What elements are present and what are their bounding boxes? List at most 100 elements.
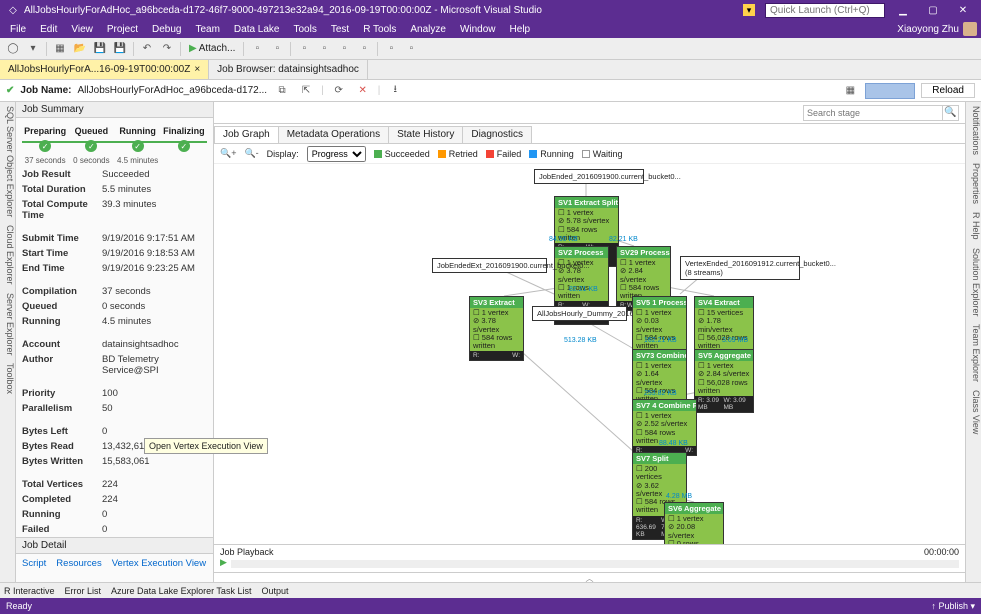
menu-project[interactable]: Project xyxy=(101,22,144,37)
close-button[interactable]: ✕ xyxy=(951,5,975,16)
search-stage-input[interactable] xyxy=(803,105,943,121)
user-name[interactable]: Xiaoyong Zhu xyxy=(897,24,959,35)
new-project-icon[interactable]: ▦ xyxy=(51,40,69,58)
reload-button[interactable]: Reload xyxy=(921,83,975,98)
tool-icon[interactable]: ▫ xyxy=(335,40,353,58)
window-title: AllJobsHourlyForAdHoc_a96bceda-d172-46f7… xyxy=(24,5,743,16)
summary-row: Running0 xyxy=(16,507,213,522)
open-icon[interactable]: 📂 xyxy=(71,40,89,58)
summary-row: Start Time9/19/2016 9:18:53 AM xyxy=(16,246,213,261)
display-select[interactable]: Progress xyxy=(307,146,366,162)
summary-row: Priority100 xyxy=(16,386,213,401)
tool-icon[interactable]: ▫ xyxy=(248,40,266,58)
quick-launch-input[interactable] xyxy=(765,3,885,18)
link-script[interactable]: Script xyxy=(22,558,46,569)
tab-adl-tasks[interactable]: Azure Data Lake Explorer Task List xyxy=(111,586,251,596)
cancel-icon[interactable]: ✕ xyxy=(354,82,372,100)
job-summary-pane: Job Summary Preparing✓37 seconds Queued✓… xyxy=(16,102,214,582)
node-dummy[interactable]: AllJobsHourly_Dummy_20160918_00.tsv xyxy=(532,306,627,321)
menu-file[interactable]: File xyxy=(4,22,32,37)
notification-flag-icon[interactable]: ▾ xyxy=(743,4,755,16)
left-tool-rail[interactable]: SQL Server Object Explorer Cloud Explore… xyxy=(0,102,16,582)
node-jobended[interactable]: JobEnded_2016091900.current_bucket0... xyxy=(534,169,644,184)
link-icon[interactable]: ⇱ xyxy=(297,82,315,100)
node-sv3[interactable]: SV3 Extract☐ 1 vertex⊘ 3.78 s/vertex☐ 58… xyxy=(469,296,524,361)
link-resources[interactable]: Resources xyxy=(56,558,101,569)
job-name-label: Job Name: xyxy=(20,85,71,96)
tool-icon[interactable]: ▫ xyxy=(315,40,333,58)
menu-datalake[interactable]: Data Lake xyxy=(228,22,286,37)
zoom-out-icon[interactable]: 🔍- xyxy=(244,148,258,159)
graph-area: 🔍 Job Graph Metadata Operations State Hi… xyxy=(214,102,965,582)
redo-icon[interactable]: ↷ xyxy=(158,40,176,58)
tab-r-interactive[interactable]: R Interactive xyxy=(4,586,55,596)
menu-debug[interactable]: Debug xyxy=(146,22,187,37)
tool-icon[interactable]: ▫ xyxy=(355,40,373,58)
save-icon[interactable]: 💾 xyxy=(91,40,109,58)
tool-icon[interactable]: ▫ xyxy=(268,40,286,58)
menu-team[interactable]: Team xyxy=(189,22,225,37)
job-name-value: AllJobsHourlyForAdHoc_a96bceda-d172... xyxy=(78,85,268,96)
status-check-icon: ✔ xyxy=(6,85,14,96)
status-text: Ready xyxy=(6,601,32,611)
download-icon[interactable]: ⭳ xyxy=(386,82,404,100)
menu-edit[interactable]: Edit xyxy=(34,22,63,37)
menu-view[interactable]: View xyxy=(65,22,99,37)
menu-bar: File Edit View Project Debug Team Data L… xyxy=(0,20,981,38)
tab-diagnostics[interactable]: Diagnostics xyxy=(462,126,532,143)
tab-job-graph[interactable]: Job Graph xyxy=(214,126,279,143)
playback-panel: Job Playback00:00:00 ▶ xyxy=(214,544,965,572)
node-sv6[interactable]: SV6 Aggregate☐ 1 vertex⊘ 20.08 s/vertex☐… xyxy=(664,502,724,544)
menu-window[interactable]: Window xyxy=(454,22,502,37)
nav-back-icon[interactable]: ◯ xyxy=(4,40,22,58)
menu-tools[interactable]: Tools xyxy=(288,22,323,37)
minimize-button[interactable]: ▁ xyxy=(891,5,915,16)
tab-metadata[interactable]: Metadata Operations xyxy=(278,126,389,143)
menu-help[interactable]: Help xyxy=(504,22,537,37)
refresh-icon[interactable]: ⟳ xyxy=(330,82,348,100)
link-vertex-view[interactable]: Vertex Execution View xyxy=(112,558,206,569)
attach-button[interactable]: ▶Attach... xyxy=(185,43,239,54)
right-tool-rail[interactable]: Notifications Properties R Help Solution… xyxy=(965,102,981,582)
node-jobendedext[interactable]: JobEndedExt_2016091900.current_bucket0..… xyxy=(432,258,547,273)
playback-slider[interactable] xyxy=(231,560,959,568)
search-icon[interactable]: 🔍 xyxy=(943,105,959,121)
tool-icon[interactable]: ▫ xyxy=(382,40,400,58)
tab-alljobs[interactable]: AllJobsHourlyForA...16-09-19T00:00:00Z× xyxy=(0,60,209,79)
phase-dot-icon: ✓ xyxy=(85,140,97,152)
bottom-tool-tabs: R Interactive Error List Azure Data Lake… xyxy=(0,582,981,598)
menu-rtools[interactable]: R Tools xyxy=(357,22,402,37)
menu-test[interactable]: Test xyxy=(325,22,355,37)
publish-button[interactable]: ↑ Publish ▾ xyxy=(931,601,975,612)
tab-close-icon[interactable]: × xyxy=(194,64,200,75)
tab-state-history[interactable]: State History xyxy=(388,126,463,143)
main-toolbar: ◯ ▾ ▦ 📂 💾 💾 ↶ ↷ ▶Attach... ▫ ▫ ▫ ▫ ▫ ▫ ▫… xyxy=(0,38,981,60)
tool-icon[interactable]: ▫ xyxy=(295,40,313,58)
collapse-toggle[interactable]: ︿ xyxy=(214,572,965,582)
node-sv5[interactable]: SV5 Aggregate☐ 1 vertex⊘ 2.84 s/vertex☐ … xyxy=(694,349,754,413)
copy-icon[interactable]: ⧉ xyxy=(273,82,291,100)
job-detail-header: Job Detail xyxy=(16,537,213,554)
menu-analyze[interactable]: Analyze xyxy=(404,22,452,37)
node-vertexended[interactable]: VertexEnded_2016091912.current_bucket0..… xyxy=(680,256,800,280)
play-icon[interactable]: ▶ xyxy=(220,557,227,568)
summary-row: Submit Time9/19/2016 9:17:51 AM xyxy=(16,231,213,246)
save-all-icon[interactable]: 💾 xyxy=(111,40,129,58)
tool-icon[interactable]: ▫ xyxy=(402,40,420,58)
graph-canvas[interactable]: JobEnded_2016091900.current_bucket0... S… xyxy=(214,164,965,544)
vs-logo-icon: ◇ xyxy=(6,3,20,17)
maximize-button[interactable]: ▢ xyxy=(921,5,945,16)
summary-row: Compilation37 seconds xyxy=(16,284,213,299)
grid-icon[interactable]: ▦ xyxy=(841,82,859,100)
display-label: Display: xyxy=(267,149,299,159)
tab-output[interactable]: Output xyxy=(261,586,288,596)
tab-error-list[interactable]: Error List xyxy=(65,586,102,596)
tab-jobbrowser[interactable]: Job Browser: datainsightsadhoc xyxy=(209,60,368,79)
graph-tabs: Job Graph Metadata Operations State Hist… xyxy=(214,124,965,144)
undo-icon[interactable]: ↶ xyxy=(138,40,156,58)
node-sv74[interactable]: SV7 4 Combine Parti...☐ 1 vertex⊘ 2.52 s… xyxy=(632,399,697,456)
user-avatar-icon[interactable] xyxy=(963,22,977,36)
summary-row: Job ResultSucceeded xyxy=(16,167,213,182)
zoom-in-icon[interactable]: 🔍+ xyxy=(220,148,236,159)
nav-fwd-icon[interactable]: ▾ xyxy=(24,40,42,58)
